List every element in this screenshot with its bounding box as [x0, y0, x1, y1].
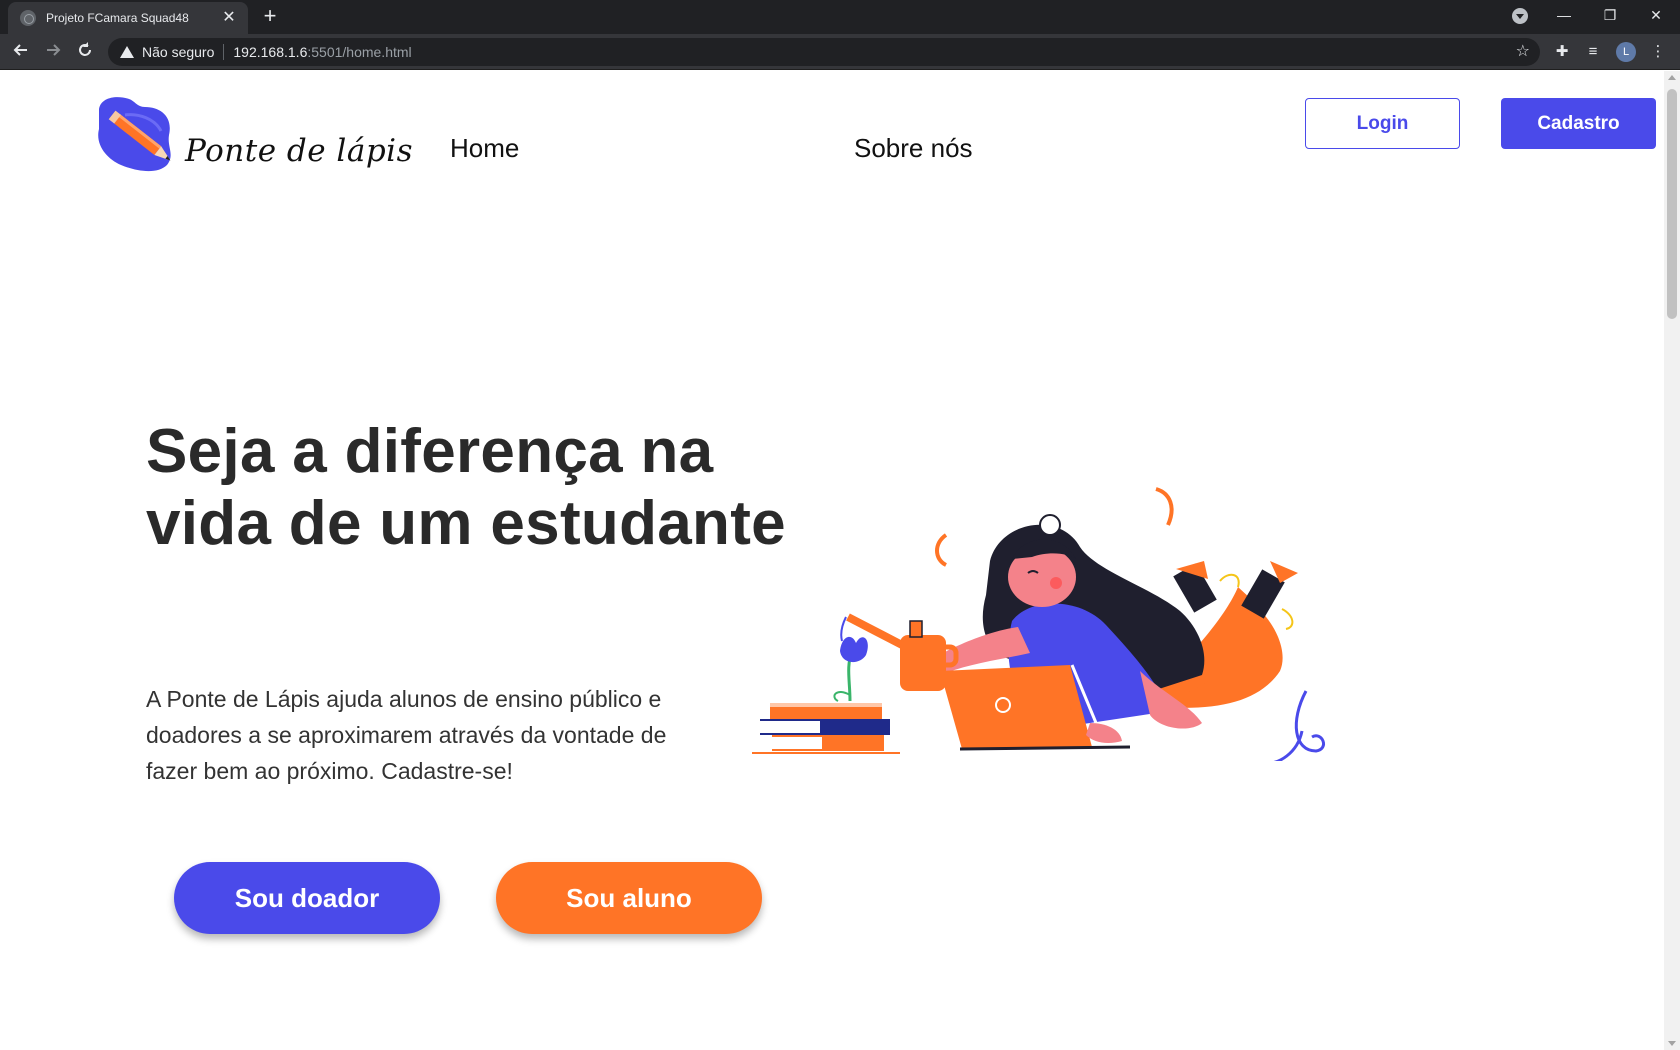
logo-text: Ponte de lápis — [185, 133, 413, 169]
restore-icon[interactable]: ❐ — [1587, 0, 1633, 30]
pencil-logo-icon — [98, 97, 171, 172]
minimize-icon[interactable]: — — [1541, 0, 1587, 30]
media-control-icon[interactable]: ≡ — [1584, 43, 1602, 61]
hero-illustration — [752, 487, 1326, 761]
web-page: Ponte de lápis Home Sobre nós Login Cada… — [0, 71, 1664, 1050]
reload-icon[interactable] — [74, 41, 96, 63]
student-button[interactable]: Sou aluno — [496, 862, 762, 934]
confetti-swirl — [935, 533, 948, 567]
warning-icon[interactable] — [120, 46, 134, 58]
tab-title: Projeto FCamara Squad48 — [46, 11, 189, 25]
browser-tab-bar: Projeto FCamara Squad48 ✕ + — ❐ ✕ — [0, 0, 1680, 34]
profile-avatar[interactable]: L — [1616, 42, 1636, 62]
confetti-swirl — [1294, 690, 1326, 753]
scroll-down-icon[interactable] — [1668, 1041, 1676, 1046]
browser-toolbar: Não seguro 192.168.1.6:5501/home.html ☆ … — [0, 34, 1680, 70]
scrollbar-thumb[interactable] — [1667, 89, 1677, 319]
url-host[interactable]: 192.168.1.6 — [233, 44, 307, 60]
logo[interactable]: Ponte de lápis — [95, 95, 413, 187]
globe-icon — [20, 10, 36, 26]
hero-title: Seja a diferença na vida de um estudante — [146, 417, 786, 558]
window-close-icon[interactable]: ✕ — [1633, 0, 1679, 30]
forward-icon[interactable] — [42, 41, 64, 63]
extensions-icon[interactable]: ✚ — [1553, 43, 1571, 61]
back-icon[interactable] — [10, 41, 32, 63]
tab-close-icon[interactable]: ✕ — [220, 9, 238, 27]
address-bar[interactable]: Não seguro 192.168.1.6:5501/home.html ☆ — [108, 38, 1540, 66]
confetti-swirl — [1155, 487, 1174, 526]
login-button[interactable]: Login — [1305, 98, 1460, 149]
donor-button[interactable]: Sou doador — [174, 862, 440, 934]
page-scrollbar[interactable] — [1664, 71, 1680, 1050]
tab-search-icon[interactable] — [1512, 8, 1528, 24]
menu-kebab-icon[interactable]: ⋮ — [1649, 43, 1667, 61]
not-secure-label[interactable]: Não seguro — [142, 44, 214, 60]
url-path[interactable]: :5501/home.html — [307, 44, 411, 60]
nav-about-link[interactable]: Sobre nós — [854, 133, 973, 164]
hero-description: A Ponte de Lápis ajuda alunos de ensino … — [146, 686, 667, 784]
scroll-up-icon[interactable] — [1668, 75, 1676, 80]
new-tab-icon[interactable]: + — [258, 5, 282, 27]
browser-tab[interactable]: Projeto FCamara Squad48 ✕ — [8, 2, 248, 34]
confetti-swirl — [1272, 730, 1304, 761]
signup-button[interactable]: Cadastro — [1501, 98, 1656, 149]
flower — [840, 636, 868, 663]
nav-home-link[interactable]: Home — [450, 133, 519, 164]
omnibox-divider — [223, 44, 225, 60]
laptop — [940, 665, 1092, 749]
bookmark-star-icon[interactable]: ☆ — [1516, 41, 1530, 61]
